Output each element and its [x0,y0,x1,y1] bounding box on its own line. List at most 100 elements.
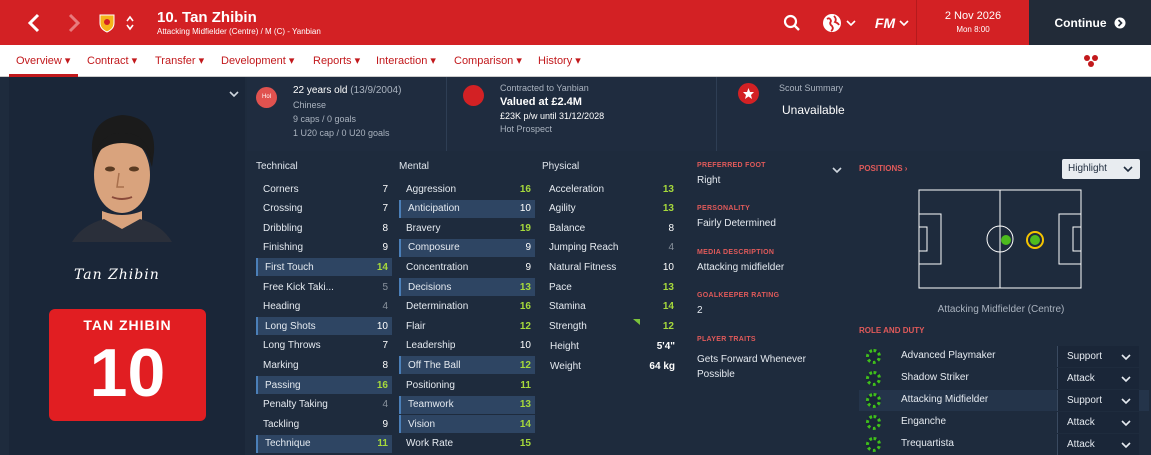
attribute-row[interactable]: Flair 12 [399,317,535,335]
attribute-value: 11 [520,379,531,391]
attribute-row[interactable]: Natural Fitness 10 [542,258,678,276]
tab-comparison[interactable]: Comparison ▾ [454,45,522,77]
nation-flag-icon[interactable]: Hol [256,87,277,108]
attribute-row[interactable]: Decisions 13 [399,278,535,296]
attribute-row[interactable]: Aggression 16 [399,180,535,198]
attribute-row[interactable]: Corners 7 [256,180,392,198]
player-switch-button[interactable] [122,0,138,45]
attribute-row[interactable]: Long Throws 7 [256,337,392,355]
tab-reports[interactable]: Reports ▾ [313,45,360,77]
duty-dropdown[interactable]: Attack [1057,412,1139,433]
tab-development[interactable]: Development ▾ [221,45,294,77]
attribute-row[interactable]: Strength 12 [542,317,678,335]
attribute-value: 12 [662,320,674,332]
club-badge-icon[interactable] [463,85,484,106]
attribute-row[interactable]: Positioning 11 [399,376,535,394]
traits-label: PLAYER TRAITS [697,336,756,343]
attribute-row[interactable]: Stamina 14 [542,298,678,316]
attribute-value: 14 [662,301,674,313]
globe-menu-button[interactable] [818,0,860,45]
club-crest-icon[interactable] [96,0,118,45]
tab-contract[interactable]: Contract ▾ [87,45,137,77]
fm-menu-button[interactable]: FM [872,0,912,45]
attribute-row[interactable]: Leadership 10 [399,337,535,355]
attribute-row[interactable]: Teamwork 13 [399,395,535,414]
highlight-dropdown[interactable]: Highlight [1062,159,1140,179]
attribute-value: 10 [376,320,388,332]
attribute-row[interactable]: Passing 16 [256,376,392,394]
role-row[interactable]: Attacking Midfielder Support [859,390,1149,411]
attribute-row[interactable]: Vision 14 [399,415,535,434]
tab-interaction[interactable]: Interaction ▾ [376,45,436,77]
details-panel: PREFERRED FOOT Right PERSONALITY Fairly … [688,153,848,455]
gk-rating-label: GOALKEEPER RATING [697,292,780,299]
attribute-value: 12 [519,320,531,332]
duty-dropdown[interactable]: Attack [1057,434,1139,455]
attribute-row[interactable]: Marking 8 [256,356,392,374]
attribute-row[interactable]: Finishing 9 [256,239,392,257]
attribute-name: Off The Ball [408,359,461,371]
scout-title: Scout Summary [779,83,844,93]
attribute-row[interactable]: Crossing 7 [256,200,392,218]
role-row[interactable]: Advanced Playmaker Support [859,346,1149,367]
attribute-row[interactable]: Anticipation 10 [399,199,535,218]
attribute-value: 9 [525,242,531,254]
attribute-row[interactable]: Heading 4 [256,298,392,316]
duty-dropdown[interactable]: Support [1057,390,1139,411]
chevron-down-icon[interactable] [229,85,239,103]
attribute-row[interactable]: Determination 16 [399,298,535,316]
attribute-value: 7 [382,183,388,195]
attribute-row[interactable]: Free Kick Taki... 5 [256,278,392,296]
title-bar: 10. Tan Zhibin Attacking Midfielder (Cen… [0,0,1151,45]
attribute-row[interactable]: Composure 9 [399,238,535,257]
staff-icon[interactable] [1082,53,1100,74]
attribute-name: Work Rate [406,438,454,450]
attribute-value: 13 [662,203,674,215]
attribute-row[interactable]: Long Shots 10 [256,317,392,336]
attribute-name: Long Shots [265,320,316,332]
player-signature: Tan Zhibin [74,267,160,283]
attribute-value: 5 [382,281,388,293]
tab-transfer[interactable]: Transfer ▾ [155,45,204,77]
chevron-down-icon [846,19,856,26]
duty-dropdown[interactable]: Support [1057,346,1139,367]
attribute-row[interactable]: Work Rate 15 [399,435,535,453]
attribute-row[interactable]: Tackling 9 [256,415,392,433]
preferred-foot: Right [697,175,721,186]
search-button[interactable] [780,0,804,45]
attribute-value: 14 [376,261,388,273]
attribute-value: 13 [662,281,674,293]
attribute-row[interactable]: First Touch 14 [256,258,392,277]
role-row[interactable]: Trequartista Attack [859,434,1149,455]
attribute-row[interactable]: Balance 8 [542,219,678,237]
attribute-row[interactable]: Bravery 19 [399,219,535,237]
attribute-name: Teamwork [408,399,454,411]
attribute-row[interactable]: Agility 13 [542,200,678,218]
attribute-row[interactable]: Dribbling 8 [256,219,392,237]
role-row[interactable]: Shadow Striker Attack [859,368,1149,389]
attribute-row[interactable]: Penalty Taking 4 [256,396,392,414]
attribute-row[interactable]: Concentration 9 [399,258,535,276]
role-row[interactable]: Enganche Attack [859,412,1149,433]
forward-button[interactable] [62,0,86,45]
attribute-row[interactable]: Off The Ball 12 [399,356,535,375]
tab-history[interactable]: History ▾ [538,45,581,77]
role-name: Trequartista [901,438,954,449]
continue-button[interactable]: Continue [1029,0,1151,45]
back-button[interactable] [20,0,48,45]
chevron-down-icon [899,19,909,26]
game-date[interactable]: 2 Nov 2026 Mon 8:00 [916,0,1029,45]
attribute-value: 7 [382,203,388,215]
duty-label: Attack [1067,417,1095,428]
chevron-down-icon[interactable] [832,161,842,179]
duty-dropdown[interactable]: Attack [1057,368,1139,389]
search-icon [783,14,800,31]
attribute-row[interactable]: Jumping Reach 4 [542,239,678,257]
chevron-down-icon [1121,420,1131,427]
attribute-row[interactable]: Acceleration 13 [542,180,678,198]
attribute-row[interactable]: Pace 13 [542,278,678,296]
role-suitability-icon [866,371,881,386]
positions-title[interactable]: POSITIONS › [859,164,907,173]
tab-overview[interactable]: Overview ▾ [16,45,70,77]
attribute-row[interactable]: Technique 11 [256,434,392,453]
